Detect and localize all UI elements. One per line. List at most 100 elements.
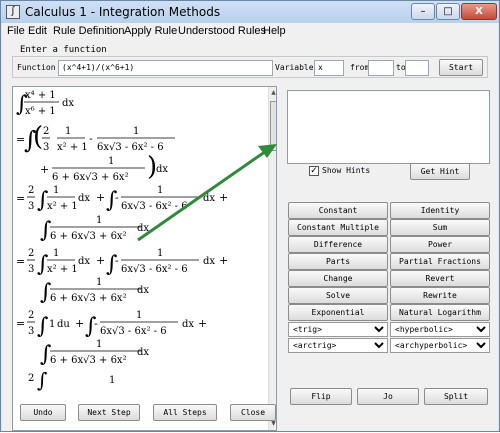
- scroll-thumb[interactable]: [270, 101, 276, 151]
- denominator: 3: [28, 264, 34, 275]
- dx-label: dx: [137, 223, 149, 234]
- dx-label: dx: [137, 347, 149, 358]
- numerator: 1: [157, 185, 163, 196]
- minimize-button[interactable]: –: [411, 3, 435, 20]
- dx-label: dx: [182, 319, 194, 330]
- numerator: 1: [65, 126, 71, 137]
- rule-natural-logarithm-button[interactable]: Natural Logarithm: [390, 304, 490, 321]
- denominator: 6 + 6x√3 + 6x²: [50, 231, 127, 242]
- plus-sign: +: [96, 254, 105, 267]
- undo-button[interactable]: Undo: [20, 404, 66, 421]
- numerator: x⁴ + 1: [25, 90, 56, 101]
- numerator: 1: [157, 248, 163, 259]
- rule-constant-multiple-button[interactable]: Constant Multiple: [288, 219, 388, 236]
- rule-parts-button[interactable]: Parts: [288, 253, 388, 270]
- close-window-button[interactable]: X: [461, 3, 497, 20]
- to-input[interactable]: [405, 60, 429, 76]
- split-button[interactable]: Split: [424, 388, 488, 405]
- arctrig-dropdown[interactable]: <arctrig>: [288, 338, 388, 353]
- rule-identity-button[interactable]: Identity: [390, 202, 490, 219]
- dx-label: dx: [203, 193, 215, 204]
- minus-sign: -: [94, 317, 98, 330]
- rule-partial-fractions-button[interactable]: Partial Fractions: [390, 253, 490, 270]
- numerator: 1: [96, 215, 102, 226]
- derivation-steps: ∫ x⁴ + 1 x⁶ + 1 dx = ∫ ( 2 3 1 x² + 1 - …: [16, 90, 228, 392]
- denominator: 3: [28, 201, 34, 212]
- denominator: 6x√3 - 6x² - 6: [100, 326, 167, 337]
- variable-label: Variable: [275, 63, 314, 72]
- rule-rewrite-button[interactable]: Rewrite: [390, 287, 490, 304]
- function-input-group: Function (x^4+1)/(x^6+1) Variable x from…: [12, 56, 488, 78]
- plus-sign: +: [96, 191, 105, 204]
- close-button[interactable]: Close: [230, 404, 276, 421]
- dx-label: dx: [78, 193, 90, 204]
- rule-power-button[interactable]: Power: [390, 236, 490, 253]
- menu-help[interactable]: Help: [263, 25, 286, 37]
- numerator: 2: [28, 185, 34, 196]
- rule-constant-button[interactable]: Constant: [288, 202, 388, 219]
- show-hints-label: Show Hints: [322, 166, 371, 175]
- rule-change-button[interactable]: Change: [288, 270, 388, 287]
- hyperbolic-dropdown[interactable]: <hyperbolic>: [390, 322, 490, 337]
- get-hint-button[interactable]: Get Hint: [410, 163, 470, 180]
- derivation-pane[interactable]: ∫ x⁴ + 1 x⁶ + 1 dx = ∫ ( 2 3 1 x² + 1 - …: [12, 86, 277, 431]
- rule-revert-button[interactable]: Revert: [390, 270, 490, 287]
- denominator: x² + 1: [47, 264, 78, 275]
- plus-sign: +: [75, 317, 84, 330]
- denominator: x² + 1: [47, 201, 78, 212]
- maximize-button[interactable]: □: [436, 3, 460, 20]
- scroll-up-icon[interactable]: ▲: [269, 88, 276, 97]
- numerator: 2: [28, 248, 34, 259]
- menu-understood-rules[interactable]: Understood Rules: [178, 25, 266, 37]
- equals-sign: =: [16, 192, 25, 205]
- title-bar[interactable]: ∫ Calculus 1 - Integration Methods – □ X: [1, 1, 499, 23]
- flip-button[interactable]: Flip: [290, 388, 352, 405]
- denominator: 3: [28, 326, 34, 337]
- next-step-button[interactable]: Next Step: [78, 404, 140, 421]
- vertical-scrollbar[interactable]: ▲ ▼: [268, 87, 276, 430]
- plus-sign: +: [40, 163, 49, 176]
- hint-display: [287, 90, 490, 164]
- variable-input[interactable]: x: [314, 60, 344, 76]
- app-window: ∫ Calculus 1 - Integration Methods – □ X…: [0, 0, 500, 432]
- open-paren: (: [33, 122, 43, 152]
- menu-apply-rule[interactable]: Apply Rule: [124, 25, 177, 37]
- numerator: 2: [28, 310, 34, 321]
- denominator: x² + 1: [57, 142, 88, 153]
- numerator: 1: [96, 277, 102, 288]
- integral-sign: ∫: [37, 368, 47, 392]
- menu-file[interactable]: File: [7, 25, 25, 37]
- dx-label: dx: [203, 256, 215, 267]
- denominator: x⁶ + 1: [25, 106, 56, 117]
- numerator: 1: [53, 185, 59, 196]
- all-steps-button[interactable]: All Steps: [153, 404, 217, 421]
- minus-sign: -: [115, 254, 119, 267]
- minus-sign: -: [89, 132, 93, 145]
- numerator: 1: [108, 156, 114, 167]
- show-hints-checkbox[interactable]: ✓: [309, 166, 319, 176]
- rule-exponential-button[interactable]: Exponential: [288, 304, 388, 321]
- integral-sign: ∫: [37, 314, 49, 339]
- plus-sign: +: [219, 191, 228, 204]
- app-icon: ∫: [6, 5, 20, 19]
- start-button[interactable]: Start: [439, 59, 483, 76]
- window-title: Calculus 1 - Integration Methods: [25, 5, 221, 19]
- rule-difference-button[interactable]: Difference: [288, 236, 388, 253]
- archyperbolic-dropdown[interactable]: <archyperbolic>: [390, 338, 490, 353]
- denominator: 6 + 6x√3 + 6x²: [50, 355, 127, 366]
- join-button[interactable]: Jo: [357, 388, 419, 405]
- enter-function-header: Enter a function: [20, 45, 107, 55]
- integrand-one: 1: [49, 319, 55, 330]
- function-input[interactable]: (x^4+1)/(x^6+1): [58, 60, 273, 76]
- rule-solve-button[interactable]: Solve: [288, 287, 388, 304]
- menu-rule-definition[interactable]: Rule Definition: [53, 25, 125, 37]
- trig-dropdown[interactable]: <trig>: [288, 322, 388, 337]
- plus-sign: +: [219, 254, 228, 267]
- dx-label: dx: [156, 164, 168, 175]
- from-label: from: [350, 63, 370, 72]
- client-area: Enter a function Function (x^4+1)/(x^6+1…: [2, 40, 498, 431]
- menu-edit[interactable]: Edit: [28, 25, 47, 37]
- du-label: du: [57, 319, 70, 330]
- from-input[interactable]: [368, 60, 394, 76]
- rule-sum-button[interactable]: Sum: [390, 219, 490, 236]
